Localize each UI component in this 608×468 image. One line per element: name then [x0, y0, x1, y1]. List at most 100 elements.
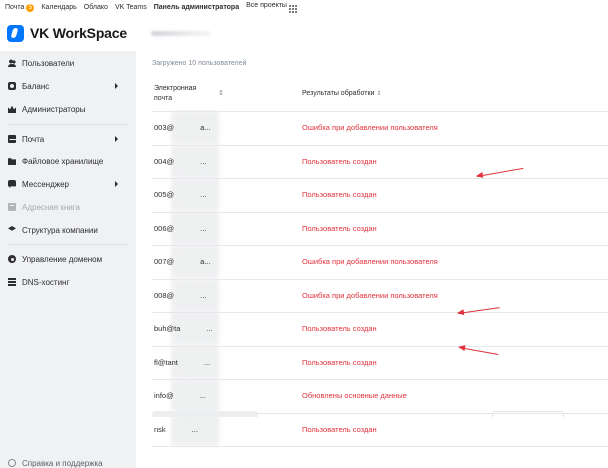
row-result-created: Пользователь создан [302, 324, 377, 333]
crown-icon [8, 105, 16, 113]
topnav-vk-teams[interactable]: VK Teams [115, 4, 147, 11]
grid-icon [288, 5, 297, 13]
vk-workspace-logo-icon[interactable] [7, 24, 24, 42]
topnav-all-projects[interactable]: Все проекты [246, 2, 297, 13]
action-button[interactable] [492, 411, 564, 417]
sidebar-item-label: Мессенджер [22, 179, 69, 189]
column-header-results[interactable]: Результаты обработки ⇕ [302, 89, 381, 99]
sidebar-item-address-book: Адресная книга [0, 198, 136, 216]
row-result-created: Пользователь создан [302, 223, 377, 233]
sidebar-item-label: Структура компании [22, 225, 98, 235]
sort-icon: ⇕ [376, 91, 382, 97]
table-row[interactable]: 003@ a... Ошибка при добавлении пользовате… [136, 111, 608, 145]
row-divider [152, 345, 608, 347]
row-result-created: Пользователь создан [302, 424, 377, 434]
chevron-right-icon [115, 83, 118, 89]
layers-icon [8, 226, 16, 231]
sidebar-item-administrators[interactable]: Администраторы [0, 100, 136, 118]
sidebar-divider [8, 244, 128, 245]
table-row[interactable]: 005@... Пользователь создан [136, 178, 608, 212]
row-result-created: Пользователь создан [302, 357, 377, 367]
dns-icon [8, 278, 16, 286]
topnav-admin-panel[interactable]: Панель администратора [154, 4, 239, 11]
app-header: VK WorkSpace [0, 15, 608, 51]
row-email: 005@... [154, 190, 207, 199]
row-result-created: Пользователь создан [302, 190, 377, 199]
row-result-error: Ошибка при добавлении пользователя [302, 123, 438, 132]
row-email: 003@ a... [154, 123, 211, 132]
organization-name-redacted [150, 30, 211, 36]
row-result-error: Ошибка при добавлении пользователя [302, 257, 438, 266]
row-email: buh@ta... [154, 324, 213, 333]
sidebar-item-mail[interactable]: Почта [0, 130, 136, 148]
table-row[interactable]: fl@tant... Пользователь создан [136, 345, 608, 380]
sidebar-item-users[interactable]: Пользователи [0, 54, 136, 72]
sidebar-item-label: Баланс [22, 81, 50, 91]
row-result-error: Ошибка при добавлении пользователя [302, 290, 438, 300]
sidebar-item-label: Файловое хранилище [22, 156, 104, 166]
table-row[interactable]: nsk... Пользователь создан [136, 412, 608, 447]
help-icon [8, 459, 16, 467]
table-row[interactable]: buh@ta... Пользователь создан [136, 312, 608, 346]
row-divider [152, 144, 608, 146]
sidebar-item-label: Управление доменом [22, 254, 103, 264]
mail-icon [8, 135, 16, 143]
coins-icon [8, 82, 16, 90]
sidebar-item-file-storage[interactable]: Файловое хранилище [0, 152, 136, 170]
chevron-right-icon [115, 136, 118, 142]
sidebar-help-support[interactable]: Справка и поддержка [0, 454, 136, 468]
pagination-control[interactable] [152, 411, 258, 417]
sidebar-divider [8, 124, 128, 125]
row-result-updated: Обновлены основные данные [302, 391, 407, 400]
sidebar-item-label: DNS-хостинг [22, 277, 70, 287]
row-divider [152, 178, 608, 179]
address-book-icon [8, 203, 16, 211]
row-email: 007@ a... [154, 257, 211, 266]
mail-unread-badge: 5 [26, 3, 35, 12]
topnav-calendar[interactable]: Календарь [41, 4, 76, 11]
row-divider [152, 245, 608, 246]
row-result-created: Пользователь создан [302, 156, 377, 166]
sidebar-item-company-structure[interactable]: Структура компании [0, 221, 136, 239]
users-icon [8, 59, 16, 67]
row-divider [152, 312, 608, 313]
gear-icon [8, 255, 16, 263]
chevron-right-icon [115, 181, 118, 187]
loaded-users-count: Загружено 10 пользователей [152, 60, 247, 67]
column-header-email[interactable]: Электронная почта [154, 84, 214, 104]
top-navigation: Почта 5 Календарь Облако VK Teams Панель … [0, 0, 608, 15]
sidebar-item-balance[interactable]: Баланс [0, 77, 136, 95]
sidebar-item-label: Почта [22, 134, 45, 144]
row-email: fl@tant... [154, 357, 211, 367]
row-divider [152, 111, 608, 112]
table-row[interactable]: 007@ a... Ошибка при добавлении пользовате… [136, 245, 608, 279]
table-row[interactable]: 006@... Пользователь создан [136, 211, 608, 246]
table-row[interactable]: 008@... Ошибка при добавлении пользовател… [136, 278, 608, 313]
sidebar-item-messenger[interactable]: Мессенджер [0, 175, 136, 193]
row-email: 006@... [154, 223, 207, 233]
topnav-cloud[interactable]: Облако [84, 4, 108, 11]
sidebar-help-label: Справка и поддержка [22, 458, 103, 468]
app-logo-text[interactable]: VK WorkSpace [30, 25, 127, 41]
sidebar-item-label: Адресная книга [22, 202, 80, 212]
row-divider [152, 278, 608, 280]
sort-icon[interactable]: ⇕ [218, 89, 224, 99]
folder-icon [8, 158, 16, 165]
main-content: Загружено 10 пользователей Электронная п… [136, 51, 608, 468]
table-row[interactable]: info@... Обновлены основные данные [136, 379, 608, 413]
sidebar-item-dns-hosting[interactable]: DNS-хостинг [0, 273, 136, 291]
chat-icon [8, 180, 16, 188]
sidebar-item-domain-management[interactable]: Управление доменом [0, 250, 136, 268]
row-divider [152, 446, 608, 447]
topnav-mail[interactable]: Почта 5 [5, 3, 35, 12]
row-divider [152, 211, 608, 213]
sidebar: Пользователи Баланс Администраторы Почта… [0, 51, 136, 468]
row-divider [152, 379, 608, 380]
row-email: 004@... [154, 156, 207, 166]
row-email: nsk... [154, 424, 198, 434]
row-email: 008@... [154, 290, 207, 300]
sidebar-item-label: Администраторы [22, 104, 86, 114]
sidebar-item-label: Пользователи [22, 58, 75, 68]
row-email: info@... [154, 391, 206, 400]
table-row[interactable]: 004@... Пользователь создан [136, 144, 608, 179]
